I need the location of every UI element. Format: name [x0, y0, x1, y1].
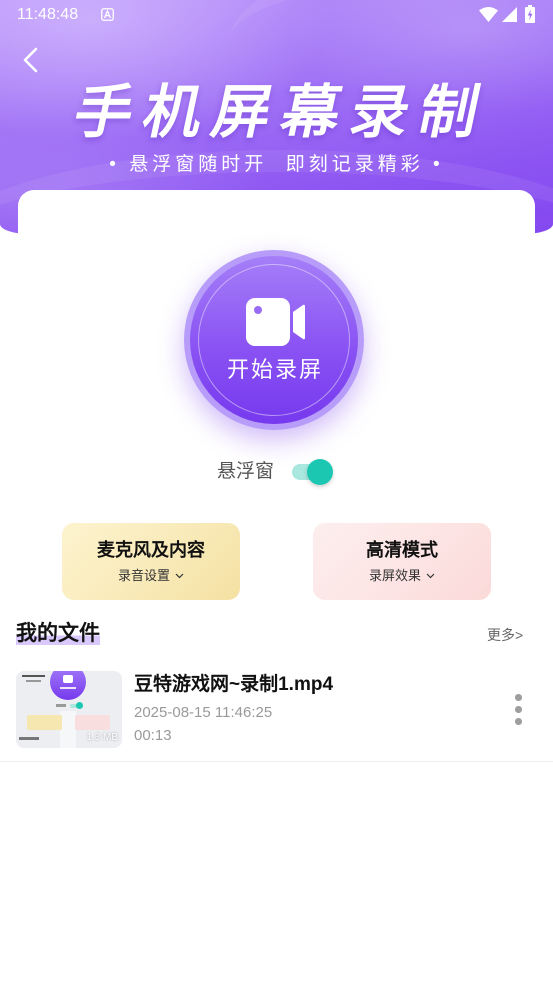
section-title-text: 我的文件	[16, 622, 100, 645]
section-title: 我的文件	[16, 620, 100, 648]
audio-card-title: 麦克风及内容	[97, 540, 205, 560]
file-date: 2025-08-15 11:46:25	[134, 704, 273, 721]
content-card-top	[18, 190, 535, 250]
thumbnail-detail	[26, 680, 41, 682]
audio-card-subtitle: 录音设置	[62, 567, 240, 585]
floating-window-toggle[interactable]	[290, 458, 336, 486]
video-camera-icon	[246, 298, 305, 346]
list-divider	[0, 761, 553, 762]
thumbnail-detail	[56, 704, 66, 707]
battery-charging-icon	[525, 5, 535, 23]
chevron-down-icon	[426, 573, 435, 578]
thumbnail-file-size: 1.3 MB	[86, 732, 118, 743]
page-subtitle: • 悬浮窗随时开 即刻记录精彩 •	[109, 154, 444, 175]
toggle-knob	[307, 459, 333, 485]
thumbnail-detail	[19, 737, 39, 740]
thumbnail-camera-icon	[63, 675, 73, 683]
video-thumbnail[interactable]: 1.3 MB	[16, 671, 122, 748]
thumbnail-hd-card	[75, 715, 110, 730]
start-recording-button[interactable]: 开始录屏	[184, 250, 364, 430]
status-time: 11:48:48	[17, 6, 79, 23]
hd-card-subtitle-text: 录屏效果	[368, 568, 421, 583]
hd-mode-card[interactable]: 高清模式 录屏效果	[313, 523, 491, 600]
audio-card-subtitle-text: 录音设置	[117, 568, 170, 583]
file-duration: 00:13	[134, 727, 172, 744]
thumbnail-detail	[60, 687, 76, 689]
file-name: 豆特游戏网~录制1.mp4	[134, 674, 334, 695]
page-title: 手机屏幕录制	[68, 80, 497, 145]
file-list-item[interactable]: 1.3 MB 豆特游戏网~录制1.mp4 2025-08-15 11:46:25…	[0, 660, 553, 761]
thumbnail-detail	[22, 675, 45, 677]
more-files-link[interactable]: 更多>	[487, 626, 523, 644]
hd-card-title: 高清模式	[366, 540, 438, 560]
menu-dot	[515, 694, 522, 701]
audio-settings-card[interactable]: 麦克风及内容 录音设置	[62, 523, 240, 600]
menu-dot	[515, 706, 522, 713]
thumbnail-detail	[60, 711, 76, 748]
menu-dot	[515, 718, 522, 725]
hd-card-subtitle: 录屏效果	[313, 567, 491, 585]
chevron-left-icon	[23, 47, 38, 73]
chevron-down-icon	[175, 573, 184, 578]
thumbnail-toggle-knob	[76, 702, 83, 709]
wifi-icon	[479, 7, 498, 22]
more-vertical-icon[interactable]	[508, 690, 528, 730]
back-button[interactable]	[18, 44, 46, 76]
thumbnail-audio-card	[27, 715, 62, 730]
start-recording-label: 开始录屏	[226, 357, 323, 382]
floating-window-label: 悬浮窗	[217, 461, 275, 482]
a-notification-icon	[101, 8, 114, 21]
signal-icon	[502, 7, 517, 22]
